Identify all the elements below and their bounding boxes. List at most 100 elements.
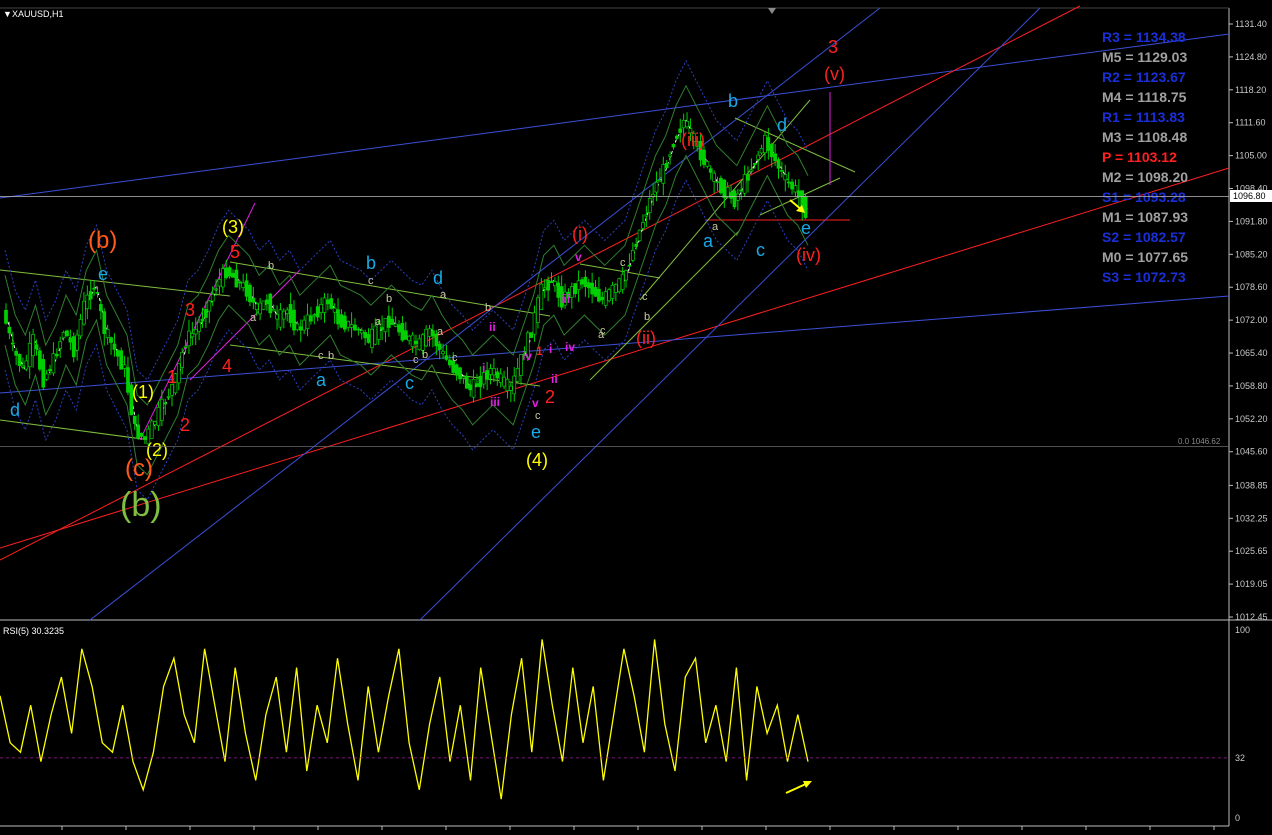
candle <box>309 315 313 322</box>
chart-title-arrow[interactable]: ▼ <box>3 9 12 19</box>
candle <box>248 284 252 303</box>
candle <box>231 272 235 278</box>
price-tick-label: 1052.20 <box>1235 414 1268 424</box>
wave-label: e <box>801 218 811 238</box>
price-tick-label: 1065.40 <box>1235 348 1268 358</box>
candle <box>397 324 401 333</box>
current-price-label: 1096.80 <box>1233 191 1266 201</box>
candle <box>515 368 520 382</box>
candle <box>319 304 323 313</box>
candle <box>783 174 788 181</box>
candle <box>441 351 445 355</box>
candle <box>644 214 649 217</box>
minor-wave-label: b <box>422 349 428 361</box>
candle <box>366 333 371 343</box>
candle <box>298 326 303 331</box>
wave-label: iii <box>490 395 500 409</box>
minor-wave-label: b <box>328 350 334 362</box>
candle <box>400 323 405 341</box>
wave-label: b <box>366 253 376 273</box>
pivot-level-label: S1 = 1093.28 <box>1102 189 1186 205</box>
wave-label: ii <box>489 320 496 334</box>
candle <box>725 187 730 198</box>
candle <box>61 332 66 339</box>
candle <box>44 373 49 380</box>
wave-label: 3 <box>828 37 838 57</box>
candle <box>373 325 378 345</box>
candle <box>498 373 503 384</box>
candle <box>7 326 12 334</box>
candle <box>617 278 622 293</box>
candle <box>634 243 639 247</box>
wave-label: (ii) <box>636 328 656 348</box>
candle <box>115 350 120 357</box>
candle <box>234 269 239 288</box>
candle <box>661 164 666 184</box>
candle <box>102 311 107 334</box>
candle <box>576 280 581 291</box>
pivot-level-label: S3 = 1072.73 <box>1102 269 1186 285</box>
candle <box>214 288 218 291</box>
wave-label: iv <box>565 340 575 354</box>
candle <box>288 304 293 323</box>
candle <box>641 222 645 229</box>
candle <box>295 323 300 330</box>
chart-canvas[interactable]: (b)ed(1)(2)(c)(b)(3)53421ba cde(4)(i)viii… <box>0 0 1272 830</box>
minor-wave-label: a <box>250 312 257 324</box>
minor-wave-label: c <box>413 354 419 366</box>
candle <box>468 384 473 391</box>
candle <box>339 314 344 328</box>
candle <box>85 294 90 309</box>
wave-label: 1 <box>536 344 543 358</box>
wave-label: a <box>703 231 714 251</box>
candle <box>10 342 15 345</box>
candle <box>475 383 479 387</box>
minor-wave-label: b <box>644 311 650 323</box>
candle <box>722 179 727 198</box>
candle <box>166 396 171 398</box>
candle <box>793 185 798 193</box>
candle <box>590 282 595 295</box>
wave-label: c <box>405 373 414 393</box>
pivot-level-label: S2 = 1082.57 <box>1102 229 1186 245</box>
candle <box>149 420 154 439</box>
minor-wave-label: a <box>440 289 447 301</box>
price-tick-label: 1032.25 <box>1235 513 1268 523</box>
candle <box>735 193 740 201</box>
candle <box>763 134 767 154</box>
candle <box>512 375 517 395</box>
candle <box>505 378 510 392</box>
wave-label: ii <box>551 372 558 386</box>
candle <box>4 309 8 324</box>
pivot-level-label: M1 = 1087.93 <box>1102 209 1188 225</box>
candle <box>715 181 720 184</box>
candle <box>65 330 69 337</box>
candle <box>658 179 662 182</box>
candle <box>553 281 557 287</box>
pivot-level-label: P = 1103.12 <box>1102 149 1177 165</box>
candle <box>119 350 124 370</box>
candle <box>254 303 259 311</box>
candle <box>414 340 418 345</box>
candle <box>258 302 262 315</box>
candle <box>393 323 398 327</box>
candle <box>627 264 632 267</box>
price-tick-label: 1131.40 <box>1235 19 1267 29</box>
wave-label: (c) <box>125 455 153 482</box>
candle <box>746 173 750 181</box>
candle <box>712 172 716 182</box>
wave-label: c <box>756 240 765 260</box>
wave-label: e <box>531 422 541 442</box>
candle <box>532 312 537 335</box>
candle <box>539 283 544 310</box>
candle <box>332 307 337 313</box>
candle <box>268 293 273 314</box>
candle <box>597 288 601 302</box>
candle <box>326 299 330 305</box>
candle <box>153 421 157 425</box>
candle <box>705 161 710 167</box>
candle <box>207 300 212 312</box>
candle <box>278 309 283 328</box>
candle <box>454 364 459 376</box>
candle <box>271 308 276 312</box>
